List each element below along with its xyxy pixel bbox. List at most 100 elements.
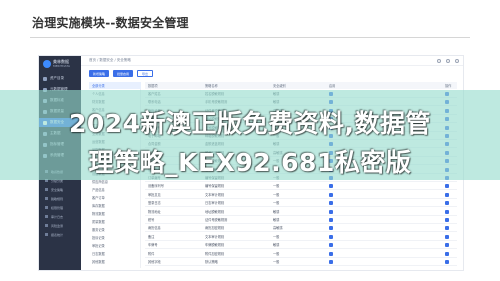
tree-item[interactable]: 其他数据 (89, 258, 141, 265)
tree-item[interactable]: 产品信息 (89, 186, 141, 193)
sidebar-subitem[interactable]: 审计日志 (45, 213, 79, 220)
enabled-checkbox[interactable] (329, 251, 333, 256)
table-row[interactable]: 审批意见 文本审计规则 一般 (145, 191, 457, 199)
batch-enable-button[interactable]: 批量启用 (113, 70, 134, 77)
table-cell: 附件加密规则 (205, 251, 225, 256)
table-cell: 敏感 (273, 243, 280, 248)
settings-icon[interactable] (446, 59, 450, 63)
table-cell: 税号 (148, 218, 155, 222)
table-row[interactable]: 设备序列号 编号保留规则 一般 (145, 182, 457, 191)
table-header: 数据项 策略名称 安全级别 启用 操作 (145, 82, 457, 89)
tree-item[interactable]: 库存数据 (89, 202, 141, 209)
table-cell: 一般 (273, 251, 280, 256)
table-row[interactable]: 物流地址 地址脱敏规则 敏感 (145, 208, 457, 216)
column-header[interactable]: 策略名称 (205, 83, 269, 88)
table-row[interactable]: 备注 文本审计规则 一般 (145, 233, 457, 241)
toolbar: 新增策略 批量启用 导出 (89, 70, 154, 78)
table-row[interactable]: 登录日志 日志审计规则 一般 (145, 199, 457, 208)
tree-item[interactable]: 投诉记录 (89, 234, 141, 241)
tree-item[interactable]: 客户订单 (89, 194, 141, 201)
row-action-icon[interactable] (445, 226, 449, 231)
topbar: 首页 / 数据安全 / 安全策略 (81, 56, 463, 66)
breadcrumb[interactable]: 首页 / 数据安全 / 安全策略 (89, 58, 131, 63)
table-cell: 文本审计规则 (205, 234, 225, 239)
row-action-icon[interactable] (445, 243, 449, 248)
table-row[interactable]: 车牌号 车牌脱敏规则 敏感 (145, 241, 457, 250)
row-action-icon[interactable] (445, 251, 449, 256)
submenu-icon (45, 215, 48, 218)
table-cell: 一般 (273, 184, 280, 189)
add-policy-button[interactable]: 新增策略 (89, 70, 110, 77)
row-action-icon[interactable] (445, 209, 449, 214)
submenu-icon (45, 188, 48, 191)
sidebar-subitem-label: 风险监测 (51, 223, 64, 228)
sidebar-subitem[interactable]: 报表统计 (45, 231, 79, 238)
enabled-checkbox[interactable] (329, 243, 333, 248)
table-cell: 病历加密规则 (205, 226, 225, 231)
enabled-checkbox[interactable] (329, 192, 333, 197)
table-cell: 文本审计规则 (205, 192, 225, 197)
submenu-icon (45, 206, 48, 209)
sidebar-item-label: 资产目录 (50, 76, 64, 80)
table-cell: 其他字段 (148, 260, 161, 264)
table-cell: 日志审计规则 (205, 201, 225, 206)
sidebar-subitem-label: 报表统计 (51, 232, 64, 237)
row-action-icon[interactable] (445, 234, 449, 239)
row-action-icon[interactable] (445, 201, 449, 206)
sidebar-subitem-label: 脱敏规则 (51, 196, 64, 201)
enabled-checkbox[interactable] (329, 218, 333, 222)
notification-icon[interactable] (437, 59, 441, 63)
table-cell: 敏感 (273, 209, 280, 214)
sidebar-subitem[interactable]: 权限管理 (45, 204, 79, 211)
column-header[interactable]: 操作 (445, 83, 455, 88)
table-cell: 敏感 (273, 218, 280, 222)
column-header[interactable]: 启用 (329, 83, 339, 88)
tree-item[interactable]: 服务记录 (89, 226, 141, 233)
table-cell: 车牌号 (148, 243, 158, 248)
user-avatar-icon[interactable] (455, 59, 459, 63)
tree-item[interactable]: 全部分类 (89, 82, 141, 89)
row-action-icon[interactable] (445, 192, 449, 197)
row-action-icon[interactable] (445, 218, 449, 222)
table-row[interactable]: 病历信息 病历加密规则 高敏感 (145, 224, 457, 233)
table-cell: 车牌脱敏规则 (205, 243, 225, 248)
tree-item[interactable]: 质量数据 (89, 218, 141, 225)
sidebar-subitem[interactable]: 风险监测 (45, 222, 79, 229)
enabled-checkbox[interactable] (329, 201, 333, 206)
enabled-checkbox[interactable] (329, 226, 333, 231)
table-cell: 编号保留规则 (205, 184, 225, 189)
menu-icon (43, 76, 47, 81)
column-header[interactable]: 数据项 (148, 83, 200, 88)
page: 治理实施模块--数据安全管理 美林数据 MERITDATA 资产目录元数据管理数… (0, 0, 500, 281)
watermark-line-1: 2024新澳正版免费资料,数据管 (68, 109, 432, 138)
row-action-icon[interactable] (445, 184, 449, 189)
table-row[interactable]: 税号 证件号脱敏规则 敏感 (145, 216, 457, 224)
table-cell: 病历信息 (148, 226, 161, 231)
table-cell: 高敏感 (273, 226, 283, 231)
enabled-checkbox[interactable] (329, 234, 333, 239)
table-cell: 证件号脱敏规则 (205, 218, 228, 222)
enabled-checkbox[interactable] (329, 260, 333, 264)
tree-item[interactable]: 日志数据 (89, 250, 141, 257)
sidebar-subitem-label: 审计日志 (51, 214, 64, 219)
table-cell: 设备序列号 (148, 184, 164, 189)
table-cell: 一般 (273, 234, 280, 239)
sidebar-subitem-label: 权限管理 (51, 205, 64, 210)
enabled-checkbox[interactable] (329, 184, 333, 189)
tree-item[interactable]: 审批记录 (89, 242, 141, 249)
sidebar-subitem[interactable]: 安全策略 (45, 186, 79, 193)
export-button[interactable]: 导出 (137, 70, 154, 77)
row-action-icon[interactable] (445, 260, 449, 264)
table-row[interactable]: 附件 附件加密规则 一般 (145, 250, 457, 258)
sidebar-subitem[interactable]: 脱敏规则 (45, 195, 79, 202)
sidebar-item[interactable]: 资产目录 (39, 74, 81, 83)
table-cell: 默认策略 (205, 260, 218, 264)
tree-item[interactable]: 物流数据 (89, 210, 141, 217)
column-header[interactable]: 安全级别 (273, 83, 317, 88)
enabled-checkbox[interactable] (329, 209, 333, 214)
table-cell: 一般 (273, 260, 280, 264)
app-logo[interactable]: 美林数据 MERITDATA (43, 58, 79, 70)
table-row[interactable]: 其他字段 默认策略 一般 (145, 258, 457, 266)
table-cell: 附件 (148, 251, 155, 256)
table-cell: 一般 (273, 201, 280, 206)
